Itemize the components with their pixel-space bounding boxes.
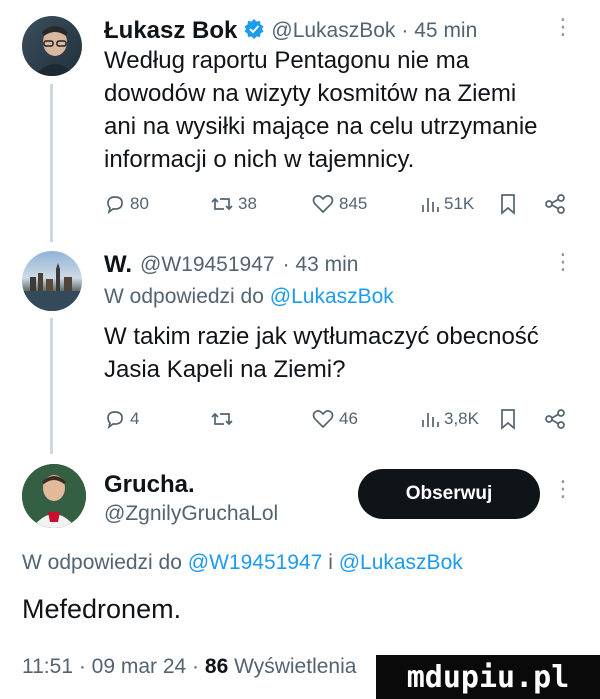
share-button[interactable] <box>544 408 566 430</box>
views-button[interactable]: 51K <box>420 193 474 215</box>
avatar[interactable] <box>22 16 82 76</box>
author-name[interactable]: W. <box>104 251 132 279</box>
reply-button[interactable]: 80 <box>104 193 149 215</box>
more-options-icon[interactable]: ⋮ <box>552 251 574 273</box>
author-name[interactable]: Łukasz Bok <box>104 17 237 45</box>
retweet-button[interactable]: 38 <box>210 193 257 215</box>
views-label: Wyświetlenia <box>234 655 357 678</box>
views-bar-icon <box>420 193 440 215</box>
reply-context: W odpowiedzi do @LukaszBok <box>104 285 394 308</box>
author-handle[interactable]: @ZgnilyGruchaLol <box>104 502 278 526</box>
views-button[interactable]: 3,8K <box>420 408 479 430</box>
like-button[interactable]: 46 <box>311 408 358 430</box>
author-name[interactable]: Grucha. <box>104 471 195 499</box>
share-button[interactable] <box>544 193 566 215</box>
mention-link[interactable]: @LukaszBok <box>339 551 463 574</box>
retweet-button[interactable] <box>210 408 238 430</box>
watermark-logo: mdupiu.pl <box>376 655 600 699</box>
retweet-icon <box>210 408 234 430</box>
bookmark-button[interactable] <box>499 193 517 215</box>
heart-icon <box>311 193 335 215</box>
thread-line <box>50 84 53 242</box>
share-icon <box>544 408 566 430</box>
author-handle[interactable]: @LukaszBok <box>271 19 395 43</box>
bookmark-button[interactable] <box>499 408 517 430</box>
reply-context: W odpowiedzi do @W19451947 i @LukaszBok <box>22 551 463 574</box>
reply-icon <box>104 193 126 215</box>
tweet-meta: 11:51 · 09 mar 24 · 86 Wyświetlenia <box>22 655 356 679</box>
reply-icon <box>104 408 126 430</box>
verified-badge-icon <box>243 18 265 45</box>
tweet-text: Mefedronem. <box>22 594 182 624</box>
follow-button[interactable]: Obserwuj <box>358 469 540 519</box>
tweet-timestamp[interactable]: 11:51 · 09 mar 24 · <box>22 655 199 678</box>
bookmark-icon <box>499 408 517 430</box>
tweet-time[interactable]: · 45 min <box>401 19 477 43</box>
views-count: 86 <box>204 655 229 678</box>
tweet-time[interactable]: · 43 min <box>283 253 359 277</box>
like-button[interactable]: 845 <box>311 193 367 215</box>
avatar[interactable] <box>22 464 86 528</box>
share-icon <box>544 193 566 215</box>
mention-link[interactable]: @LukaszBok <box>270 285 394 308</box>
more-options-icon[interactable]: ⋮ <box>552 16 574 38</box>
thread-line <box>50 318 53 454</box>
bookmark-icon <box>499 193 517 215</box>
tweet-text: W takim razie jak wytłumaczyć obecność J… <box>104 323 539 383</box>
avatar[interactable] <box>22 251 82 311</box>
views-bar-icon <box>420 408 440 430</box>
more-options-icon[interactable]: ⋮ <box>552 478 574 500</box>
reply-button[interactable]: 4 <box>104 408 139 430</box>
retweet-icon <box>210 193 234 215</box>
heart-icon <box>311 408 335 430</box>
mention-link[interactable]: @W19451947 <box>188 551 323 574</box>
tweet-text: Według raportu Pentagonu nie ma dowodów … <box>104 47 538 173</box>
author-handle[interactable]: @W19451947 <box>140 253 275 277</box>
